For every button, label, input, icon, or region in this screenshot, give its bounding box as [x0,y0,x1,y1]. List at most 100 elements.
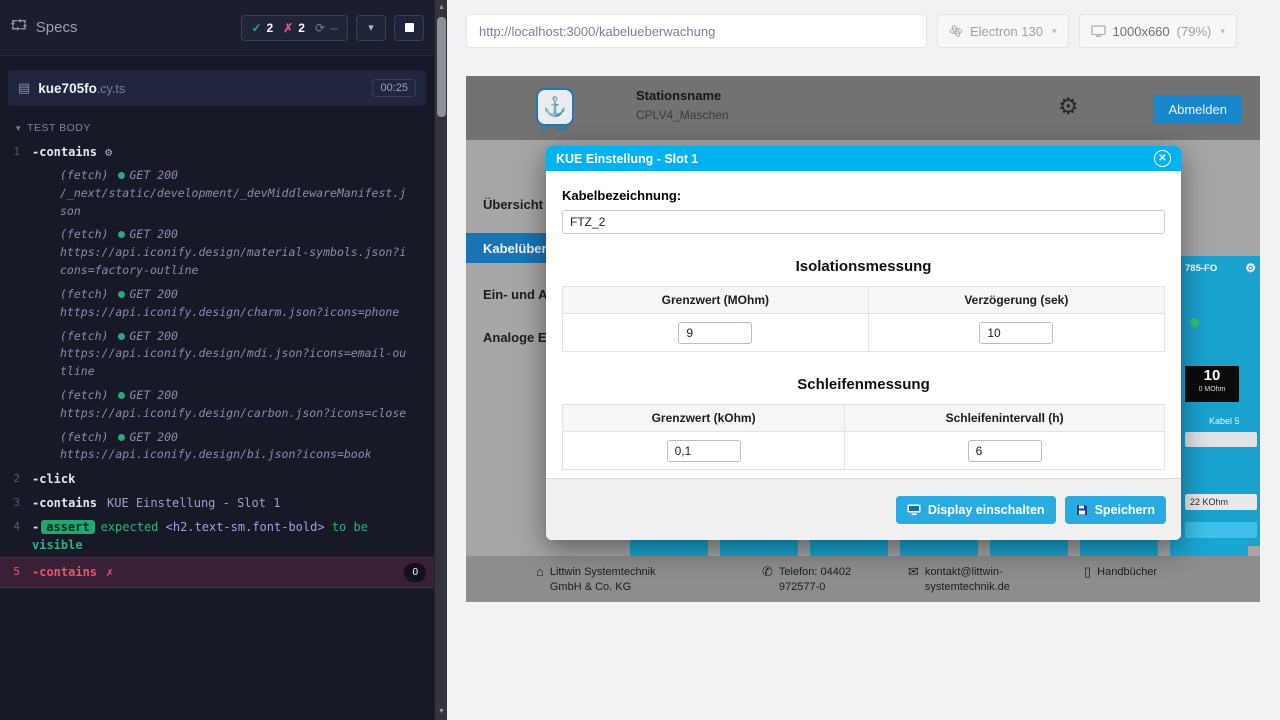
status-dot-icon [118,434,125,441]
command-row-assert[interactable]: 4 -assertexpected <h2.text-sm.font-bold>… [0,515,434,557]
slot-button[interactable] [1080,538,1158,556]
stop-icon [405,23,414,32]
fetch-log-row[interactable]: (fetch)GET 200 https://api.iconify.desig… [0,325,420,384]
reporter-header: ⮔ Specs ✓2 ✗2 ⟳-- ▾ [0,0,434,56]
refresh-icon: ⟳ [315,21,325,35]
measurement-display: 10 0 MOhm [1185,366,1239,402]
loop-grenzwert-input[interactable] [667,440,741,462]
viewport-select[interactable]: 1000x660 (79%) ▾ [1079,14,1237,48]
app-header: ⚓ LITTWIN Stationsname CPLV4_Maschen ⚙ A… [466,76,1260,140]
loop-intervall-input[interactable] [968,440,1042,462]
close-icon[interactable]: ✕ [1154,150,1171,167]
scrollbar-thumb[interactable] [437,17,446,117]
slot-card: 785-FO ⚙ 10 0 MOhm Kabel 5 22 KOhm [1181,256,1260,546]
fetch-log-row[interactable]: (fetch)GET 200 https://api.iconify.desig… [0,384,420,426]
logout-button[interactable]: Abmelden [1153,95,1242,124]
cypress-reporter: ⮔ Specs ✓2 ✗2 ⟳-- ▾ ▤ kue705fo.cy.ts 00:… [0,0,434,720]
card-button[interactable] [1185,522,1257,538]
url-input[interactable] [466,14,927,48]
card-title: 785-FO [1185,263,1217,274]
specs-label[interactable]: Specs [36,19,78,36]
kabel-label: Kabel 5 [1209,416,1240,426]
spec-ext: .cy.ts [97,82,125,96]
specs-menu-icon[interactable]: ⮔ [10,15,28,40]
logo-caption: LITTWIN [536,127,574,133]
spec-file-icon: ▤ [18,80,30,96]
check-icon: ✓ [251,21,261,35]
spec-name: kue705fo [38,81,97,96]
slot-button[interactable] [630,538,708,556]
command-row-click[interactable]: 2 -click [0,467,434,491]
chevron-down-icon: ▾ [1052,26,1057,37]
loop-col-intervall: Schleifenintervall (h) [845,405,1165,432]
station-label: Stationsname [636,88,729,103]
failed-stat: ✗2 [283,21,305,35]
stop-button[interactable] [394,15,424,41]
status-dot-icon [118,231,125,238]
status-dot-icon [118,172,125,179]
slot-button[interactable] [900,538,978,556]
test-body-header[interactable]: ▾ TEST BODY [0,110,434,140]
card-field [1185,432,1257,447]
fetch-log-row[interactable]: (fetch)GET 200 https://api.iconify.desig… [0,223,420,282]
phone-number: Telefon: 04402 972577-0 [779,565,891,595]
app-footer: ⌂ Littwin Systemtechnik GmbH & Co. KG ✆ … [466,556,1260,602]
aut-panel: Electron 130 ▾ 1000x660 (79%) ▾ ⚓ LITTWI… [447,0,1280,720]
collapse-button[interactable]: ▾ [356,15,386,41]
modal-header: KUE Einstellung - Slot 1 ✕ [546,146,1181,171]
kue-settings-modal: KUE Einstellung - Slot 1 ✕ Kabelbezeichn… [546,146,1181,540]
reporter-scrollbar[interactable]: ▲ ▼ [434,0,447,720]
slot-button[interactable] [810,538,888,556]
isolationsmessung-table: Grenzwert (MOhm) Verzögerung (sek) [562,286,1165,352]
command-row-contains-modal[interactable]: 3 -containsKUE Einstellung - Slot 1 [0,491,434,515]
company-name: Littwin Systemtechnik GmbH & Co. KG [550,565,670,595]
kabelbezeichnung-input[interactable] [562,210,1165,234]
electron-icon [949,24,963,38]
fail-x-icon: ✗ [106,565,113,579]
pending-stat: ⟳-- [315,21,338,35]
book-icon: ▯ [1084,565,1091,578]
manuals-link[interactable]: Handbücher [1097,565,1157,580]
status-dot-icon [118,392,125,399]
aut-topbar: Electron 130 ▾ 1000x660 (79%) ▾ [447,0,1280,62]
slot-button[interactable] [1170,538,1248,556]
littwin-logo: ⚓ [536,88,574,126]
fetch-log-row[interactable]: (fetch)GET 200 https://api.iconify.desig… [0,283,420,325]
iso-verzoegerung-input[interactable] [979,322,1053,344]
slot-button[interactable] [720,538,798,556]
factory-icon: ⌂ [536,565,544,578]
slot-button[interactable] [990,538,1068,556]
iso-grenzwert-input[interactable] [678,322,752,344]
spec-timer: 00:25 [372,79,416,97]
settings-gear-icon[interactable]: ⚙ [1058,93,1079,120]
assert-badge: assert [41,520,94,534]
monitor-icon [1091,25,1106,38]
speichern-button[interactable]: Speichern [1065,496,1166,524]
isolationsmessung-heading: Isolationsmessung [562,258,1165,275]
email-icon: ✉ [908,565,919,578]
chevron-down-icon: ▾ [368,21,374,34]
command-row-contains-failed[interactable]: 5 -contains✗ 0 [0,557,434,588]
email-address[interactable]: kontakt@littwin-systemtechnik.de [925,565,1029,595]
command-row-contains[interactable]: 1 -contains⚙ [0,140,434,164]
browser-select[interactable]: Electron 130 ▾ [937,14,1069,48]
loop-col-grenzwert: Grenzwert (kOhm) [563,405,845,432]
display-einschalten-button[interactable]: Display einschalten [896,496,1056,524]
x-icon: ✗ [283,21,293,35]
schleifenmessung-table: Grenzwert (kOhm) Schleifenintervall (h) [562,404,1165,470]
fetch-log-row[interactable]: (fetch)GET 200 https://api.iconify.desig… [0,426,420,468]
screen: ⮔ Specs ✓2 ✗2 ⟳-- ▾ ▤ kue705fo.cy.ts 00:… [0,0,1280,720]
status-dot-icon [118,333,125,340]
chevron-down-icon: ▾ [1220,26,1225,37]
status-dot-icon [118,291,125,298]
modal-footer: Display einschalten Speichern [546,478,1181,540]
fetch-log-row[interactable]: (fetch)GET 200 /_next/static/development… [0,164,420,223]
display-icon [907,504,921,516]
test-stats: ✓2 ✗2 ⟳-- [241,15,348,41]
retry-count-badge: 0 [404,563,426,582]
spec-file-row[interactable]: ▤ kue705fo.cy.ts 00:25 [8,70,426,106]
gear-icon: ⚙ [105,145,112,159]
kabelbezeichnung-label: Kabelbezeichnung: [562,188,1165,203]
iso-col-verzoegerung: Verzögerung (sek) [868,287,1164,314]
card-gear-icon[interactable]: ⚙ [1245,261,1256,275]
